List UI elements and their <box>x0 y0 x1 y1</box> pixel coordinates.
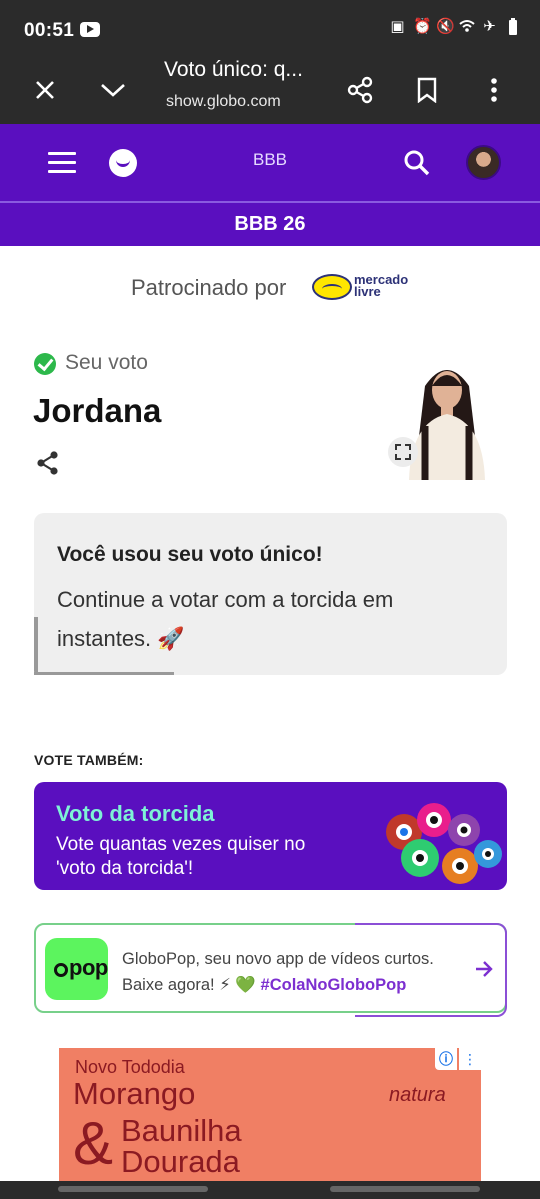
site-header: BBB <box>0 124 540 202</box>
page-url: show.globo.com <box>166 93 281 110</box>
ad-brand: natura <box>389 1084 446 1106</box>
globopop-hashtag: #ColaNoGloboPop <box>260 976 407 994</box>
globopop-badge-text: pop <box>69 955 108 980</box>
ad-more-icon[interactable]: ⋮ <box>459 1048 481 1070</box>
ad-line-2: Morango <box>73 1076 196 1111</box>
info-heading: Você usou seu voto único! <box>57 543 323 566</box>
ad-ampersand: & <box>73 1110 114 1177</box>
share-icon[interactable] <box>35 450 61 476</box>
ad-info-icon[interactable]: ⓘ <box>435 1048 457 1070</box>
info-card: Você usou seu voto único! Continue a vot… <box>34 513 507 675</box>
nav-handle-right <box>330 1186 480 1192</box>
youtube-icon <box>80 22 100 37</box>
mascots-illustration <box>386 803 502 884</box>
ad-line-3: Baunilha Dourada <box>121 1113 242 1179</box>
progress-bar-left <box>34 617 38 675</box>
status-icons: ▣ ⏰ 🔇 ✈ <box>390 18 520 36</box>
nav-handle-left <box>58 1186 208 1192</box>
torcida-subtitle: Vote quantas vezes quiser no 'voto da to… <box>56 834 306 879</box>
share-icon[interactable] <box>340 70 380 110</box>
battery-saver-icon: ▣ <box>390 18 405 35</box>
torcida-banner[interactable]: Voto da torcida Vote quantas vezes quise… <box>34 782 507 890</box>
globopop-card[interactable]: pop GloboPop, seu novo app de vídeos cur… <box>34 923 507 1017</box>
vote-also-label: VOTE TAMBÉM: <box>34 752 144 768</box>
site-name: BBB <box>252 150 288 169</box>
status-bar: 00:51 ▣ ⏰ 🔇 ✈ <box>0 0 540 58</box>
sponsor-row: Patrocinado por mercado livre <box>0 270 540 306</box>
torcida-title: Voto da torcida <box>56 801 215 826</box>
chevron-down-icon[interactable] <box>93 70 133 110</box>
bookmark-icon[interactable] <box>407 70 447 110</box>
ad-line-1: Novo Tododia <box>75 1057 185 1077</box>
avatar[interactable] <box>466 145 501 180</box>
wifi-icon <box>459 18 475 36</box>
voted-name: Jordana <box>33 392 162 429</box>
battery-icon <box>505 18 520 36</box>
search-icon[interactable] <box>402 148 432 178</box>
page-title: Voto único: q... <box>164 58 303 81</box>
globo-ring-icon <box>54 963 68 977</box>
info-body: Continue a votar com a torcida em instan… <box>57 587 394 651</box>
vote-status: Seu voto <box>65 351 148 374</box>
system-nav-bar <box>0 1181 540 1199</box>
section-title[interactable]: BBB 26 <box>0 203 540 246</box>
progress-bar-bottom <box>34 672 174 675</box>
globopop-text: GloboPop, seu novo app de vídeos curtos.… <box>122 950 434 994</box>
clock: 00:51 <box>24 20 75 41</box>
browser-toolbar: Voto único: q... show.globo.com <box>0 58 540 124</box>
arrow-right-icon[interactable] <box>473 958 495 980</box>
check-icon <box>34 353 56 375</box>
close-icon[interactable] <box>25 70 65 110</box>
more-options-icon[interactable] <box>474 70 514 110</box>
sponsor-brand: mercado livre <box>354 272 409 299</box>
sponsor-label: Patrocinado por <box>131 275 287 300</box>
alarm-icon: ⏰ <box>413 18 432 35</box>
airplane-icon: ✈ <box>483 18 496 35</box>
globopop-app-icon: pop <box>45 938 108 1000</box>
mercado-livre-logo-icon <box>312 274 352 300</box>
advertisement[interactable]: Novo Tododia Morango & Baunilha Dourada n… <box>59 1048 481 1181</box>
mute-icon: 🔇 <box>436 18 455 35</box>
expand-icon[interactable] <box>388 437 418 467</box>
